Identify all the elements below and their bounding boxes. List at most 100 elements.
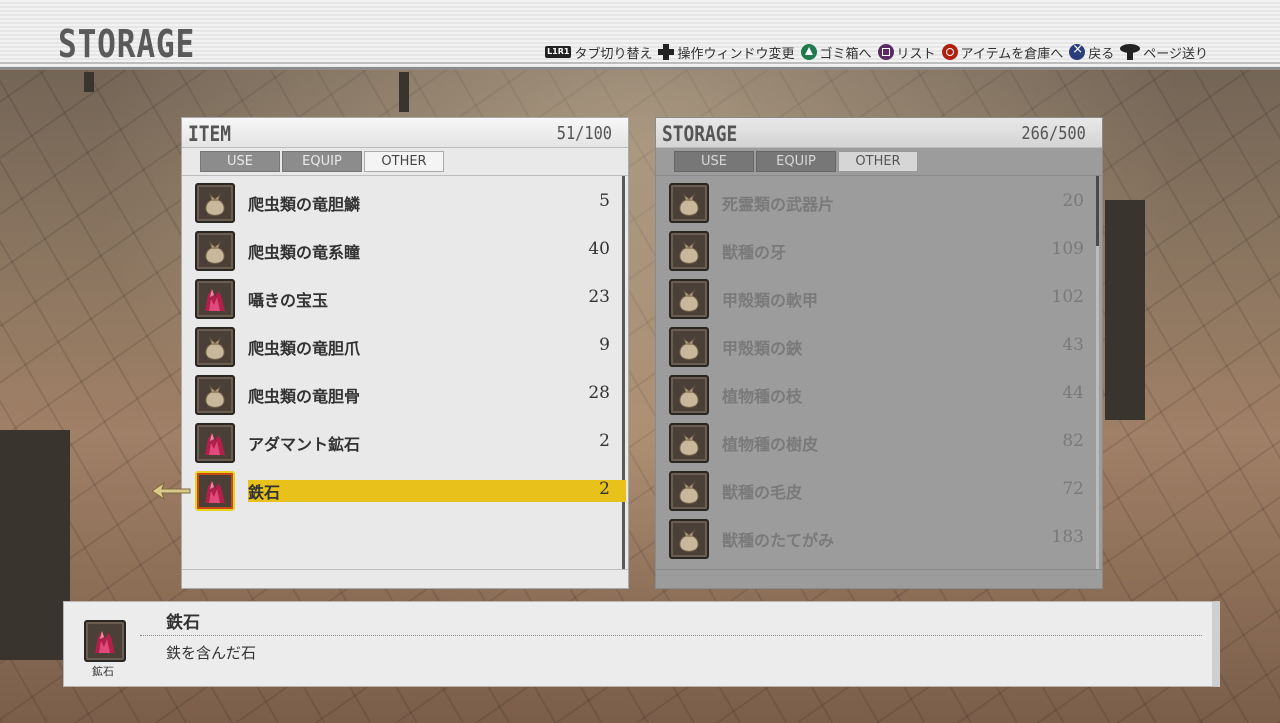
storage-panel-count: 266/500 bbox=[1021, 123, 1086, 144]
item-quantity: 5 bbox=[599, 191, 610, 211]
item-quantity: 102 bbox=[1051, 287, 1084, 307]
control-list: リスト bbox=[877, 43, 936, 62]
list-item[interactable]: 囁きの宝玉 23 bbox=[182, 275, 622, 323]
item-panel-title: ITEM bbox=[188, 122, 231, 146]
control-label: ページ送り bbox=[1143, 46, 1208, 62]
item-name: 爬虫類の竜系瞳 bbox=[248, 243, 361, 262]
item-description-box: 鉱石 鉄石 鉄を含んだ石 bbox=[63, 601, 1220, 687]
list-item[interactable]: 植物種の枝 44 bbox=[656, 371, 1096, 419]
item-quantity: 44 bbox=[1062, 383, 1084, 403]
tab-equip[interactable]: EQUIP bbox=[282, 151, 362, 172]
tab-use[interactable]: USE bbox=[200, 151, 280, 172]
background-pillar bbox=[1105, 200, 1145, 420]
item-name: 鉄石 bbox=[248, 483, 281, 502]
item-quantity: 183 bbox=[1051, 527, 1084, 547]
storage-panel-title: STORAGE bbox=[662, 122, 738, 146]
cross-button-icon bbox=[1069, 42, 1086, 60]
list-item[interactable]: 鉄石 2 bbox=[182, 467, 626, 515]
list-item[interactable]: 甲殻類の軟甲 102 bbox=[656, 275, 1096, 323]
pouch-icon bbox=[669, 231, 709, 271]
list-item[interactable]: 死霊類の武器片 20 bbox=[656, 179, 1096, 227]
control-label: ゴミ箱へ bbox=[819, 46, 872, 62]
crystal-icon bbox=[84, 620, 126, 662]
item-panel: ITEM 51/100 USE EQUIP OTHER 爬虫類の竜胆鱗 5 爬虫類の… bbox=[181, 117, 629, 589]
control-label: リスト bbox=[896, 46, 936, 62]
item-name: 鉄石 bbox=[166, 613, 200, 633]
item-name: 爬虫類の竜胆骨 bbox=[248, 387, 361, 406]
tab-other[interactable]: OTHER bbox=[838, 151, 918, 172]
background-post bbox=[399, 72, 409, 112]
item-name: 植物種の枝 bbox=[722, 387, 803, 406]
list-item[interactable]: 獣種のたてがみ 183 bbox=[656, 515, 1096, 563]
item-list-scrollbar[interactable] bbox=[622, 176, 625, 569]
control-label: アイテムを倉庫へ bbox=[960, 46, 1064, 62]
control-label: タブ切り替え bbox=[574, 46, 653, 62]
scroll-thumb[interactable] bbox=[1096, 176, 1099, 246]
item-quantity: 2 bbox=[599, 479, 610, 499]
control-window-change: 操作ウィンドウ変更 bbox=[658, 43, 795, 62]
pouch-icon bbox=[669, 183, 709, 223]
divider bbox=[140, 635, 1202, 636]
crystal-icon bbox=[195, 423, 235, 463]
item-quantity: 40 bbox=[588, 239, 610, 259]
list-item[interactable]: 爬虫類の竜胆鱗 5 bbox=[182, 179, 622, 227]
item-name: 囁きの宝玉 bbox=[248, 291, 329, 310]
item-panel-header: ITEM 51/100 bbox=[182, 118, 628, 148]
item-quantity: 9 bbox=[599, 335, 610, 355]
item-quantity: 82 bbox=[1062, 431, 1084, 451]
selection-cursor-icon bbox=[152, 482, 191, 500]
triangle-button-icon bbox=[800, 44, 817, 60]
item-name: 死霊類の武器片 bbox=[722, 195, 835, 214]
control-back: 戻る bbox=[1069, 42, 1115, 62]
list-item[interactable]: 獣種の牙 109 bbox=[656, 227, 1096, 275]
list-item[interactable]: 爬虫類の竜胆骨 28 bbox=[182, 371, 622, 419]
list-item[interactable]: 甲殻類の鋏 43 bbox=[656, 323, 1096, 371]
item-quantity: 23 bbox=[588, 287, 610, 307]
list-item[interactable]: 爬虫類の竜系瞳 40 bbox=[182, 227, 622, 275]
pouch-icon bbox=[669, 471, 709, 511]
item-quantity: 2 bbox=[599, 431, 610, 451]
list-item[interactable]: 爬虫類の竜胆爪 9 bbox=[182, 323, 622, 371]
scroll-thumb[interactable] bbox=[622, 176, 625, 569]
list-item[interactable]: 植物種の樹皮 82 bbox=[656, 419, 1096, 467]
item-name: 甲殻類の軟甲 bbox=[722, 291, 819, 310]
background-post bbox=[84, 72, 94, 92]
item-category: 鉱石 bbox=[92, 665, 114, 678]
item-name: 爬虫類の竜胆爪 bbox=[248, 339, 361, 358]
item-description: 鉄を含んだ石 bbox=[166, 644, 257, 662]
storage-list-scrollbar[interactable] bbox=[1096, 176, 1099, 569]
square-button-icon bbox=[877, 44, 894, 60]
tab-other[interactable]: OTHER bbox=[364, 151, 444, 172]
storage-panel-tabs: USE EQUIP OTHER bbox=[674, 151, 918, 172]
control-tab-switch: L1R1 タブ切り替え bbox=[545, 43, 652, 62]
control-label: 操作ウィンドウ変更 bbox=[677, 46, 795, 62]
l1-r1-icon: L1R1 bbox=[545, 46, 572, 58]
list-item[interactable]: アダマント鉱石 2 bbox=[182, 419, 622, 467]
item-panel-tabs: USE EQUIP OTHER bbox=[200, 151, 444, 172]
tab-use[interactable]: USE bbox=[674, 151, 754, 172]
item-name: 獣種のたてがみ bbox=[722, 531, 835, 550]
right-stick-icon bbox=[1120, 44, 1141, 60]
item-name: 獣種の毛皮 bbox=[722, 483, 803, 502]
button-guide: L1R1 タブ切り替え 操作ウィンドウ変更 ゴミ箱へ リスト アイテムを倉庫へ … bbox=[545, 42, 1208, 62]
item-quantity: 28 bbox=[588, 383, 610, 403]
list-item[interactable]: 獣種の毛皮 72 bbox=[656, 467, 1096, 515]
storage-list: 死霊類の武器片 20 獣種の牙 109 甲殻類の軟甲 102 甲殻類の鋏 43 植物種の枝 44 植… bbox=[656, 175, 1102, 570]
control-to-storage: アイテムを倉庫へ bbox=[941, 43, 1064, 62]
item-name: 爬虫類の竜胆鱗 bbox=[248, 195, 361, 214]
pouch-icon bbox=[669, 423, 709, 463]
page-title: STORAGE bbox=[58, 22, 196, 66]
tab-equip[interactable]: EQUIP bbox=[756, 151, 836, 172]
control-trash: ゴミ箱へ bbox=[800, 43, 872, 62]
circle-button-icon bbox=[941, 44, 958, 60]
item-quantity: 72 bbox=[1062, 479, 1084, 499]
item-quantity: 43 bbox=[1062, 335, 1084, 355]
pouch-icon bbox=[195, 375, 235, 415]
selection-highlight bbox=[248, 480, 626, 502]
storage-panel: STORAGE 266/500 USE EQUIP OTHER 死霊類の武器片 2… bbox=[655, 117, 1103, 589]
pouch-icon bbox=[669, 327, 709, 367]
dpad-icon bbox=[658, 44, 675, 60]
control-label: 戻る bbox=[1088, 46, 1115, 62]
item-name: 甲殻類の鋏 bbox=[722, 339, 803, 358]
crystal-icon bbox=[195, 279, 235, 319]
